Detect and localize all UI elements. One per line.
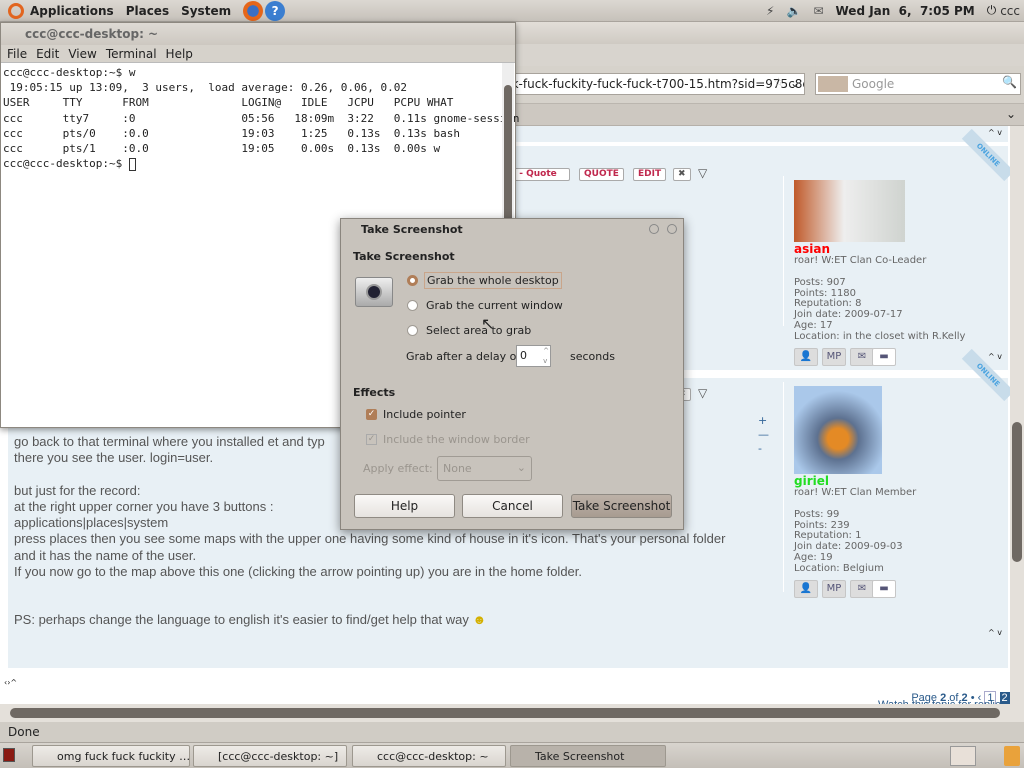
volume-icon[interactable]: 🔈 — [786, 4, 801, 18]
power-icon[interactable]: ⏻ — [987, 3, 997, 18]
close-button[interactable] — [667, 224, 677, 234]
smiley-icon: ☻ — [472, 612, 487, 628]
url-text: ck-fuck-fuckity-fuck-fuck-t700-15.htm?si… — [505, 77, 805, 91]
system-menu[interactable]: System — [181, 4, 231, 18]
menu-edit[interactable]: Edit — [36, 47, 59, 61]
option-select-area[interactable]: Select area to grab — [407, 323, 533, 338]
include-pointer-checkbox[interactable]: ✓ Include pointer — [366, 408, 466, 421]
top-panel: Applications Places System ? ⚡ 🔈 ✉ Wed J… — [0, 0, 1024, 22]
network-icon[interactable]: ⚡ — [766, 4, 774, 18]
cancel-button[interactable]: Cancel — [462, 494, 563, 518]
user-stats: Posts: 99 Points: 239 Reputation: 1 Join da… — [794, 509, 903, 574]
post-nav-arrows[interactable]: ^ v — [988, 352, 1002, 361]
option-whole-desktop[interactable]: Grab the whole desktop — [407, 272, 562, 289]
report-icon[interactable]: ▽ — [698, 166, 707, 180]
scrollbar-thumb[interactable] — [10, 708, 1000, 718]
username[interactable]: giriel — [794, 474, 829, 488]
help-icon[interactable]: ? — [265, 0, 286, 21]
profile-icon[interactable]: 👤 — [794, 580, 818, 598]
radio-current-window[interactable] — [407, 300, 418, 311]
radio-select-area[interactable] — [407, 325, 418, 336]
search-icon[interactable]: 🔍 — [1002, 75, 1017, 89]
search-box[interactable]: Google 🔍 — [815, 73, 1021, 95]
avatar — [794, 180, 905, 242]
email-icon[interactable]: ✉ — [850, 348, 874, 366]
take-screenshot-button[interactable]: Take Screenshot — [571, 494, 672, 518]
status-bar: Done — [0, 722, 1024, 742]
delay-spinner[interactable]: 0 ^ v — [516, 345, 551, 367]
vertical-scrollbar[interactable] — [1010, 126, 1024, 704]
help-button[interactable]: Help — [354, 494, 455, 518]
applications-menu[interactable]: Applications — [30, 4, 114, 18]
user-rank: roar! W:ET Clan Co-Leader — [794, 255, 927, 266]
google-engine-icon[interactable] — [818, 76, 848, 92]
include-border-checkbox: ✓ Include the window border — [366, 433, 530, 446]
delete-icon[interactable]: ✖ — [673, 168, 691, 181]
camera-icon — [355, 277, 393, 307]
workspace-switcher[interactable] — [950, 746, 976, 766]
horizontal-scrollbar[interactable] — [0, 704, 1024, 722]
task-terminal-1[interactable]: [ccc@ccc-desktop: ~] — [193, 745, 347, 767]
ubuntu-logo-icon[interactable] — [8, 2, 24, 19]
website-icon[interactable]: ▬ — [872, 348, 896, 366]
menu-terminal[interactable]: Terminal — [106, 47, 157, 61]
search-placeholder: Google — [852, 77, 895, 91]
website-icon[interactable]: ▬ — [872, 580, 896, 598]
task-firefox[interactable]: omg fuck fuck fuckity … — [32, 745, 190, 767]
post-nav-arrows[interactable]: ^ v — [988, 628, 1002, 637]
url-bar[interactable]: ck-fuck-fuckity-fuck-fuck-t700-15.htm?si… — [500, 73, 805, 95]
trash-icon[interactable] — [1004, 746, 1020, 766]
mail-icon[interactable]: ✉ — [813, 4, 823, 18]
apply-effect-label: Apply effect: — [363, 462, 433, 475]
terminal-menubar: File Edit View Terminal Help — [1, 45, 515, 63]
minimize-button[interactable] — [649, 224, 659, 234]
terminal-output[interactable]: ccc@ccc-desktop:~$ w 19:05:15 up 13:09, … — [1, 63, 520, 171]
url-dropdown-icon[interactable]: ⌄ — [790, 76, 800, 90]
menu-file[interactable]: File — [7, 47, 27, 61]
post-nav-arrows[interactable]: ^ v — [988, 128, 1002, 137]
bookmark-star-icon[interactable]: ☆ — [773, 75, 784, 89]
option-current-window[interactable]: Grab the current window — [407, 298, 565, 313]
places-menu[interactable]: Places — [126, 4, 169, 18]
menu-help[interactable]: Help — [166, 47, 193, 61]
report-icon[interactable]: ▽ — [698, 386, 707, 400]
radio-whole-desktop[interactable] — [407, 275, 418, 286]
task-take-screenshot[interactable]: Take Screenshot — [510, 745, 666, 767]
tab-list-icon[interactable]: ⌄ — [1006, 107, 1016, 121]
clock[interactable]: Wed Jan 6, 7:05 PM — [836, 4, 975, 18]
scrollbar-thumb[interactable] — [1012, 422, 1022, 562]
avatar — [794, 386, 882, 474]
effects-title: Effects — [353, 386, 396, 399]
cursor — [128, 157, 136, 171]
terminal-title: ccc@ccc-desktop: ~ — [1, 23, 515, 45]
profile-icon[interactable]: 👤 — [794, 348, 818, 366]
take-screenshot-dialog: Take Screenshot Take Screenshot Grab the… — [340, 218, 684, 530]
edit-button[interactable]: EDIT — [633, 168, 667, 181]
email-icon[interactable]: ✉ — [850, 580, 874, 598]
username[interactable]: asian — [794, 242, 830, 256]
quote-button[interactable]: QUOTE — [579, 168, 624, 181]
delay-unit: seconds — [570, 350, 615, 363]
user-name[interactable]: ccc — [1000, 4, 1020, 18]
user-stats: Posts: 907 Points: 1180 Reputation: 8 Join … — [794, 277, 966, 342]
show-desktop-icon[interactable] — [3, 748, 15, 762]
task-terminal-2[interactable]: ccc@ccc-desktop: ~ — [352, 745, 506, 767]
private-message-icon[interactable]: MP — [822, 348, 846, 366]
firefox-launcher-icon[interactable] — [243, 0, 264, 21]
dialog-title: Take Screenshot — [361, 223, 463, 236]
user-rank: roar! W:ET Clan Member — [794, 487, 917, 498]
mouse-pointer-icon: ↖ — [481, 314, 495, 333]
private-message-icon[interactable]: MP — [822, 580, 846, 598]
apply-effect-select: None ⌄ — [437, 456, 532, 481]
page-nav-arrows[interactable]: ‹›^ — [4, 678, 17, 687]
section-title: Take Screenshot — [353, 250, 455, 263]
quote-selected-button[interactable]: i - Quote — [508, 168, 570, 181]
delay-label: Grab after a delay of — [406, 350, 521, 363]
menu-view[interactable]: View — [68, 47, 96, 61]
taskbar: omg fuck fuck fuckity … [ccc@ccc-desktop… — [0, 742, 1024, 768]
